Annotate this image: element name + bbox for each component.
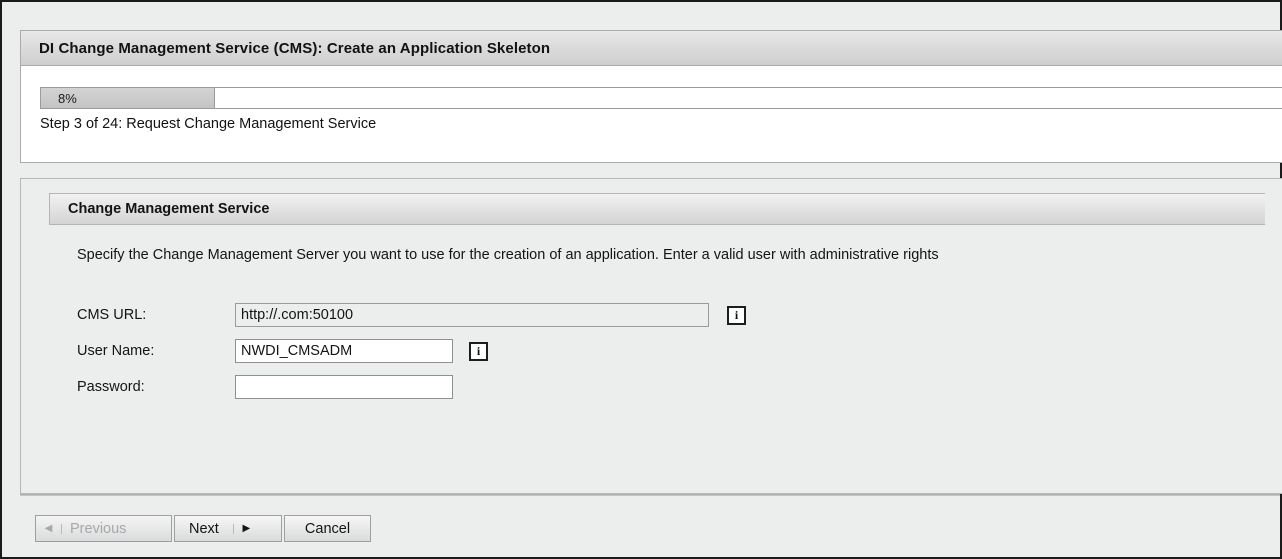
chevron-left-icon: ◀ <box>36 523 62 534</box>
section-header-band: Change Management Service <box>49 193 1265 225</box>
cancel-button-label: Cancel <box>304 520 351 537</box>
user-name-input[interactable] <box>235 339 453 363</box>
footer-divider <box>20 494 1280 496</box>
form-row-password: Password: <box>77 369 746 405</box>
wizard-content-panel: Change Management Service Specify the Ch… <box>20 178 1282 494</box>
previous-button[interactable]: ◀ Previous <box>35 515 172 542</box>
section-title: Change Management Service <box>68 201 270 217</box>
user-name-info-icon[interactable]: i <box>469 341 488 361</box>
step-indicator-text: Step 3 of 24: Request Change Management … <box>40 116 377 132</box>
cms-url-label: CMS URL: <box>77 307 147 323</box>
cms-url-info-icon[interactable]: i <box>727 305 746 325</box>
form-row-user-name: User Name: i <box>77 333 746 369</box>
wizard-title-bar: DI Change Management Service (CMS): Crea… <box>20 30 1282 66</box>
section-description: Specify the Change Management Server you… <box>77 247 939 263</box>
wizard-dialog: DI Change Management Service (CMS): Crea… <box>2 2 1282 557</box>
progress-bar: 8% <box>40 87 1282 109</box>
form-row-cms-url: CMS URL: i <box>77 297 746 333</box>
cms-url-input[interactable] <box>235 303 709 327</box>
previous-button-label: Previous <box>70 520 127 537</box>
wizard-step-panel: 8% Step 3 of 24: Request Change Manageme… <box>20 66 1282 163</box>
password-input[interactable] <box>235 375 453 399</box>
cms-form: CMS URL: i User Name: i Password: <box>77 297 746 405</box>
next-button-label: Next <box>189 520 219 537</box>
next-button[interactable]: Next ▶ <box>174 515 282 542</box>
user-name-label: User Name: <box>77 343 155 359</box>
password-info-spacer <box>471 378 490 397</box>
wizard-button-bar: ◀ Previous Next ▶ Cancel <box>35 515 371 542</box>
password-label: Password: <box>77 379 145 395</box>
chevron-right-icon: ▶ <box>232 523 259 534</box>
page-title: DI Change Management Service (CMS): Crea… <box>39 39 551 57</box>
progress-percent-label: 8% <box>58 91 77 106</box>
cancel-button[interactable]: Cancel <box>284 515 371 542</box>
